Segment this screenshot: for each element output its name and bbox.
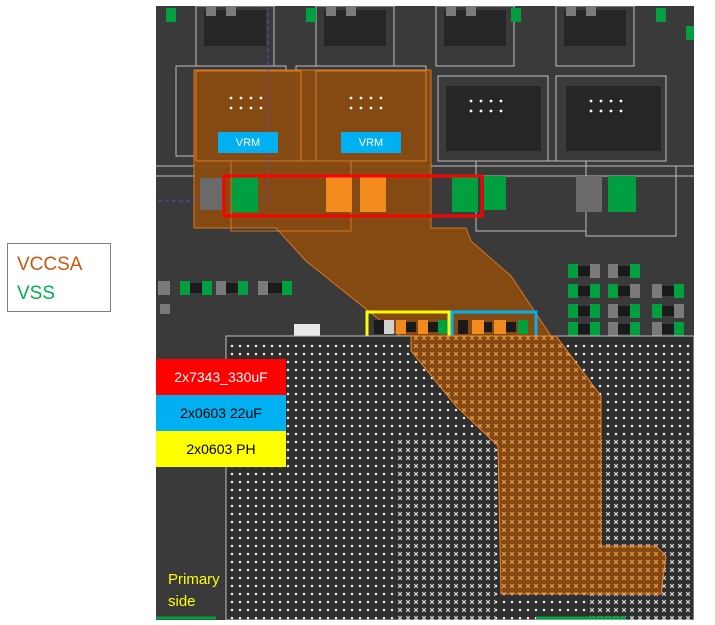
net-legend: VCCSA VSS <box>7 243 111 312</box>
primary-side-label: Primary side <box>168 569 220 613</box>
vrm-label-1: VRM <box>218 132 278 153</box>
tag-ph-capacitor: 2x0603 PH <box>156 431 286 467</box>
tag-22uf-capacitor: 2x0603 22uF <box>156 395 286 431</box>
bga-x-vias <box>396 436 496 620</box>
legend-vccsa: VCCSA <box>17 254 83 275</box>
vrm-label-2: VRM <box>341 132 401 153</box>
pcb-canvas <box>156 6 694 620</box>
pcb-layout-view: VRM VRM 2x7343_330uF 2x0603 22uF 2x0603 … <box>156 6 694 620</box>
legend-vss: VSS <box>17 283 56 304</box>
primary-label-line1: Primary <box>168 571 220 588</box>
primary-label-line2: side <box>168 593 196 610</box>
tag-bulk-capacitor: 2x7343_330uF <box>156 359 286 395</box>
